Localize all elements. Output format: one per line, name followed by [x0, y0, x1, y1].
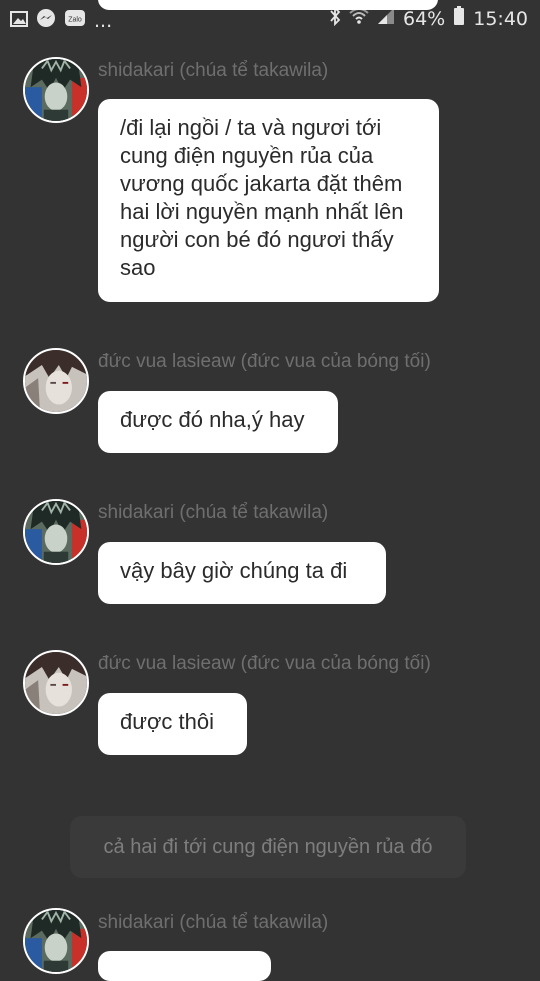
previous-message-bubble: [98, 0, 438, 10]
avatar-lasieaw[interactable]: [23, 348, 89, 414]
zalo-label: Zalo: [68, 17, 82, 24]
avatar-lasieaw[interactable]: [23, 650, 89, 716]
message-bubble[interactable]: /đi lại ngồi / ta và ngươi tới cung điện…: [98, 99, 439, 302]
gallery-icon: [10, 10, 28, 33]
avatar-shidakari[interactable]: [23, 499, 89, 565]
sender-name: shidakari (chúa tể takawila): [98, 502, 329, 523]
sender-name: shidakari (chúa tể takawila): [98, 60, 329, 81]
avatar-lasieaw-image: [25, 350, 87, 412]
message-bubble[interactable]: vậy bây giờ chúng ta đi: [98, 542, 386, 604]
avatar-shidakari-image: [25, 910, 87, 972]
battery-percent: 64%: [403, 8, 446, 30]
message-bubble[interactable]: được đó nha,ý hay: [98, 391, 338, 453]
message-bubble[interactable]: [98, 951, 271, 981]
avatar-shidakari-image: [25, 59, 87, 121]
sender-name: đức vua lasieaw (đức vua của bóng tối): [98, 653, 431, 674]
avatar-shidakari[interactable]: [23, 908, 89, 974]
avatar-shidakari-image: [25, 501, 87, 563]
sender-name: shidakari (chúa tể takawila): [98, 912, 329, 933]
zalo-icon: Zalo: [64, 9, 86, 33]
messenger-icon: [36, 8, 56, 34]
avatar-lasieaw-image: [25, 652, 87, 714]
message-bubble[interactable]: được thôi: [98, 693, 247, 755]
battery-icon: [453, 6, 465, 32]
narration-box: cả hai đi tới cung điện nguyền rủa đó: [70, 816, 466, 878]
avatar-shidakari[interactable]: [23, 57, 89, 123]
notification-icons: Zalo ...: [10, 8, 112, 34]
wifi-icon: [349, 7, 369, 31]
signal-icon: [377, 7, 395, 31]
more-notifications-indicator: ...: [94, 10, 113, 32]
sender-name: đức vua lasieaw (đức vua của bóng tối): [98, 351, 431, 372]
clock: 15:40: [473, 8, 528, 30]
